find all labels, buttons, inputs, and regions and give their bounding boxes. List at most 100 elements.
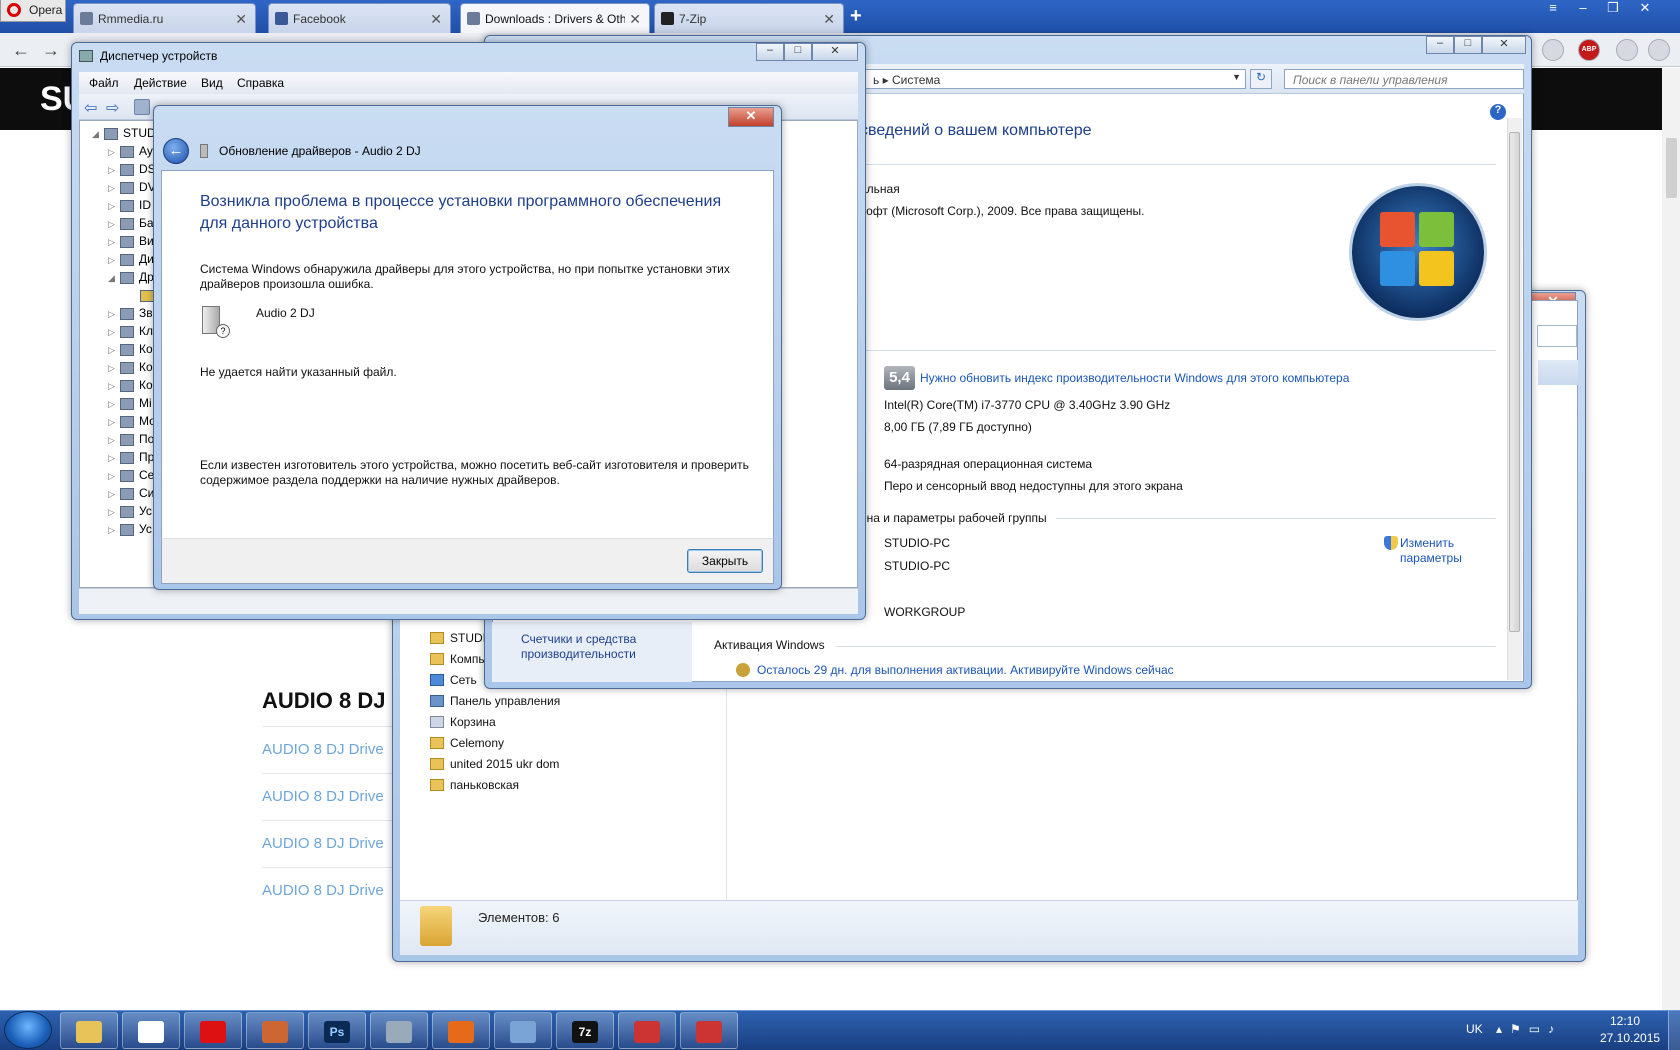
chevron-down-icon[interactable]: ▼ (1232, 72, 1241, 82)
device-category[interactable]: ▷ По (108, 432, 154, 450)
close-tab-icon[interactable]: ✕ (235, 11, 247, 28)
download-icon[interactable] (1616, 39, 1638, 61)
expand-icon[interactable]: ▷ (108, 381, 120, 392)
close-tab-icon[interactable]: ✕ (625, 11, 641, 28)
nav-item-computer[interactable]: STUDI (450, 631, 486, 645)
clock-time[interactable]: 12:10 (1610, 1014, 1640, 1028)
taskbar-opera-icon[interactable] (184, 1012, 242, 1049)
taskbar-control-panel-icon[interactable] (494, 1012, 552, 1049)
minimize-icon[interactable]: ‒ (1426, 36, 1454, 54)
experience-index-badge[interactable]: 5,4 (884, 366, 915, 390)
minimize-icon[interactable]: ‒ (756, 43, 784, 61)
taskbar-file-app-icon[interactable] (246, 1012, 304, 1049)
taskbar-firefox-icon[interactable] (432, 1012, 490, 1049)
performance-tools-link[interactable]: Счетчики и средства (521, 632, 636, 646)
expand-icon[interactable]: ▷ (108, 201, 120, 212)
expand-icon[interactable]: ▷ (108, 237, 120, 248)
nav-item-pankovskaya[interactable]: паньковская (450, 778, 519, 792)
expand-icon[interactable]: ▷ (108, 507, 120, 518)
nav-item-network[interactable]: Сеть (450, 673, 477, 687)
user-icon[interactable] (1648, 39, 1670, 61)
expand-icon[interactable]: ▷ (108, 327, 120, 338)
expand-icon[interactable]: ◢ (108, 273, 120, 284)
opera-menu-button[interactable]: Opera (0, 0, 66, 22)
device-category[interactable]: ▷ ID (108, 198, 151, 216)
adblock-icon[interactable]: ABP (1578, 39, 1600, 61)
device-category[interactable]: ▷ DS (108, 162, 156, 180)
breadcrumb[interactable]: ь ▸ Система ▼ (862, 69, 1246, 89)
close-icon[interactable]: ✕ (1482, 36, 1526, 54)
back-icon[interactable]: ⇦ (84, 98, 97, 118)
change-settings-link[interactable]: Изменить (1400, 536, 1454, 550)
menu-file[interactable]: Файл (89, 76, 119, 90)
device-category[interactable]: ◢ Др (108, 270, 154, 288)
menu-action[interactable]: Действие (134, 76, 187, 90)
forward-icon[interactable]: ⇨ (106, 98, 119, 118)
explorer-search-icon[interactable] (1537, 325, 1577, 347)
device-category[interactable]: ▷ Ба (108, 216, 154, 234)
page-scrollbar[interactable] (1662, 68, 1680, 1013)
close-button[interactable]: Закрыть (687, 549, 763, 573)
device-category[interactable]: ▷ Мі (108, 396, 152, 414)
new-tab-button[interactable]: + (850, 5, 862, 28)
nav-item-celemony[interactable]: Celemony (450, 736, 504, 750)
restore-icon[interactable]: ❐ (1600, 0, 1626, 18)
device-category[interactable]: ▷ Ко (108, 378, 153, 396)
tab-menu-icon[interactable]: ≡ (1540, 0, 1566, 18)
expand-icon[interactable]: ▷ (108, 525, 120, 536)
expand-icon[interactable]: ▷ (108, 489, 120, 500)
device-category[interactable]: ▷ Кл (108, 324, 153, 342)
maximize-icon[interactable]: □ (784, 43, 812, 61)
nav-item-control-panel[interactable]: Панель управления (450, 694, 560, 708)
close-tab-icon[interactable]: ✕ (430, 11, 442, 28)
close-icon[interactable]: ✕ (1632, 0, 1658, 18)
tab-7zip[interactable]: 7-Zip ✕ (654, 3, 844, 33)
search-input[interactable]: Поиск в панели управления (1284, 69, 1524, 89)
expand-icon[interactable]: ▷ (108, 363, 120, 374)
maximize-icon[interactable]: □ (1454, 36, 1482, 54)
menu-help[interactable]: Справка (237, 76, 284, 90)
experience-index-link[interactable]: Нужно обновить индекс производительности… (920, 371, 1349, 385)
back-arrow-icon[interactable]: ← (163, 138, 189, 164)
taskbar-audio-app-icon[interactable] (370, 1012, 428, 1049)
taskbar-daemon-tools-icon[interactable] (122, 1012, 180, 1049)
page-scrollbar-thumb[interactable] (1666, 138, 1677, 198)
expand-icon[interactable]: ▷ (108, 309, 120, 320)
expand-icon[interactable]: ▷ (108, 147, 120, 158)
device-category[interactable]: ▷ Ау (108, 144, 153, 162)
device-category[interactable]: ▷ Ви (108, 234, 154, 252)
taskbar-photoshop-icon[interactable]: Ps (308, 1012, 366, 1049)
device-category[interactable]: ▷ Мо (108, 414, 156, 432)
expand-icon[interactable]: ▷ (108, 165, 120, 176)
device-category[interactable]: ▷ Зв (108, 306, 153, 324)
start-button[interactable] (4, 1011, 52, 1049)
device-category[interactable]: ▷ Пр (108, 450, 154, 468)
device-category[interactable]: ▷ Ди (108, 252, 154, 270)
close-tab-icon[interactable]: ✕ (823, 11, 835, 28)
nav-item-computer-2[interactable]: Компь (450, 652, 485, 666)
device-category[interactable]: ▷ Ко (108, 360, 153, 378)
device-category[interactable]: ▷ Ко (108, 342, 153, 360)
properties-icon[interactable] (134, 99, 150, 115)
language-indicator[interactable]: UK (1466, 1022, 1483, 1036)
collapse-icon[interactable]: ◢ (92, 129, 104, 140)
tab-downloads[interactable]: Downloads : Drivers & Oth ✕ (460, 3, 650, 33)
menu-view[interactable]: Вид (201, 76, 223, 90)
device-category[interactable]: ▷ Ус (108, 504, 152, 522)
expand-icon[interactable]: ▷ (108, 471, 120, 482)
change-settings-link-2[interactable]: параметры (1400, 551, 1462, 565)
expand-icon[interactable]: ▷ (108, 219, 120, 230)
back-icon[interactable]: ← (12, 40, 30, 61)
system-scrollbar-thumb[interactable] (1509, 132, 1520, 632)
device-category[interactable]: ▷ Се (108, 468, 154, 486)
close-icon[interactable]: ✕ (812, 43, 858, 61)
minimize-icon[interactable]: ‒ (1570, 0, 1596, 18)
forward-icon[interactable]: → (42, 40, 60, 61)
explorer-help-icon[interactable] (1538, 360, 1578, 385)
nav-item-recycle-bin[interactable]: Корзина (450, 715, 496, 729)
expand-icon[interactable]: ▷ (108, 417, 120, 428)
expand-icon[interactable]: ▷ (108, 399, 120, 410)
taskbar-toolbox-icon[interactable] (618, 1012, 676, 1049)
heart-icon[interactable] (1542, 39, 1564, 61)
expand-icon[interactable]: ▷ (108, 183, 120, 194)
